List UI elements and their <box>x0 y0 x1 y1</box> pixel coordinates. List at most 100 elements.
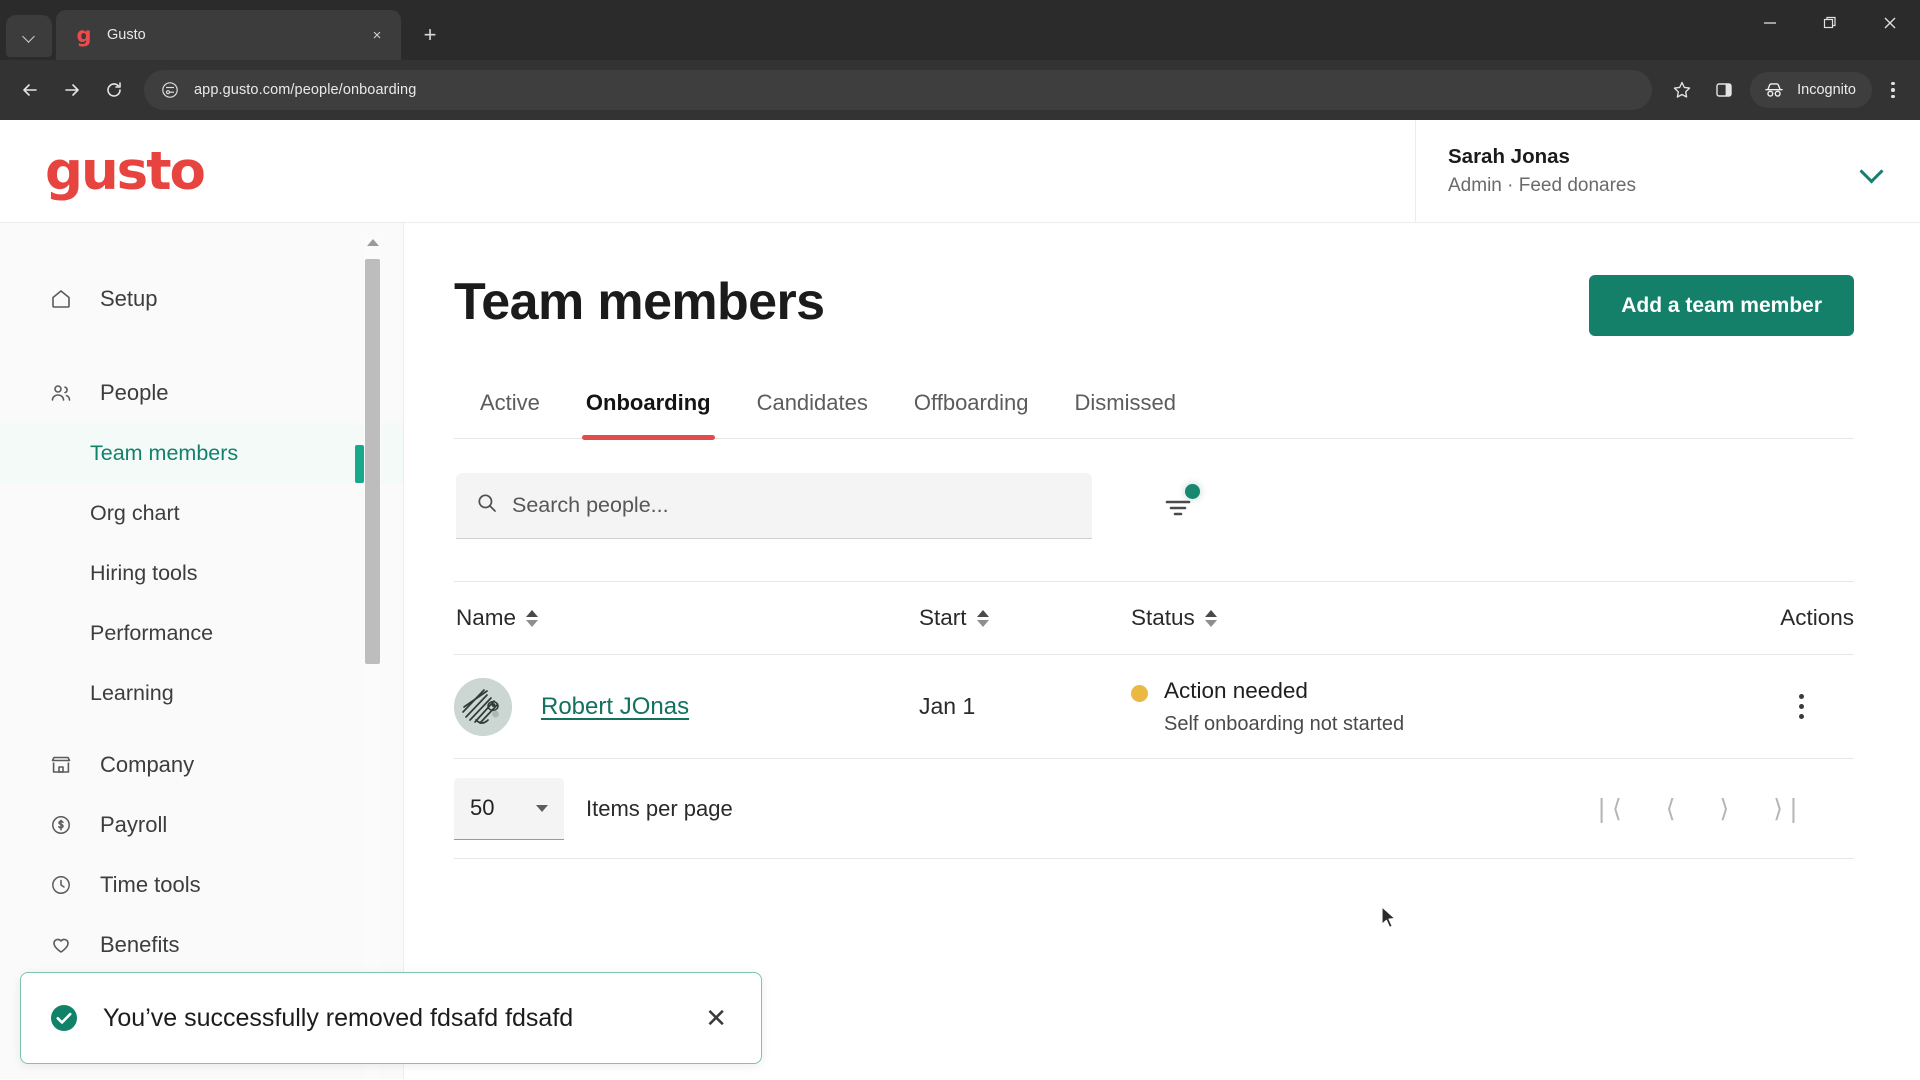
star-icon[interactable] <box>1662 70 1702 110</box>
toast-notification: You’ve successfully removed fdsafd fdsaf… <box>20 972 762 1064</box>
sort-asc <box>1204 609 1217 617</box>
sidebar-item-learning[interactable]: Learning <box>0 663 403 723</box>
column-header-name[interactable]: Name <box>454 605 919 631</box>
site-settings-icon[interactable] <box>156 76 184 104</box>
dot <box>1799 704 1804 709</box>
dot <box>1891 94 1895 99</box>
search-icon <box>476 492 498 519</box>
close-icon[interactable] <box>1860 0 1920 46</box>
sidebar-item-team-members[interactable]: Team members <box>0 423 403 483</box>
kebab-menu-icon[interactable] <box>1876 70 1910 110</box>
avatar <box>454 677 512 736</box>
dot <box>1891 81 1895 86</box>
first-page-button[interactable]: ❘⟨ <box>1591 796 1622 821</box>
user-name: Sarah Jonas <box>1448 145 1570 169</box>
dot <box>1799 694 1804 699</box>
search-input[interactable]: Search people... <box>456 473 1092 539</box>
main-inner: Team members Add a team member Active On… <box>454 275 1854 859</box>
tab-search-button[interactable] <box>6 15 52 57</box>
status-sublabel: Self onboarding not started <box>1164 713 1405 736</box>
sort-icon[interactable] <box>976 609 989 627</box>
scrollbar-thumb[interactable] <box>365 259 380 664</box>
tab-candidates[interactable]: Candidates <box>753 382 872 438</box>
tab-onboarding[interactable]: Onboarding <box>581 382 715 440</box>
sidebar-item-hiring-tools[interactable]: Hiring tools <box>0 543 403 603</box>
user-role: Admin · Feed donares <box>1448 175 1636 197</box>
sidebar-item-performance[interactable]: Performance <box>0 603 403 663</box>
column-header-start[interactable]: Start <box>919 605 1131 631</box>
sidebar-item-payroll[interactable]: Payroll <box>0 795 403 855</box>
sidebar-subitem-label: Learning <box>90 680 174 705</box>
sort-icon[interactable] <box>526 609 539 627</box>
items-per-page-select[interactable]: 50 <box>454 777 564 840</box>
sidebar-item-benefits[interactable]: Benefits <box>0 915 403 975</box>
column-header-actions: Actions <box>1684 605 1854 631</box>
body-row: Setup People Team members Org chart Hiri… <box>0 223 1920 1079</box>
scroll-up-arrow-icon[interactable] <box>364 237 381 252</box>
search-row: Search people... <box>454 473 1854 539</box>
filter-button[interactable] <box>1148 476 1208 536</box>
status-label: Action needed <box>1164 677 1308 703</box>
gusto-logo[interactable]: gusto <box>0 145 1415 198</box>
row-actions-menu-icon[interactable] <box>1791 686 1812 727</box>
column-label: Name <box>456 605 517 630</box>
close-icon[interactable]: ✕ <box>697 999 735 1037</box>
user-menu[interactable]: Sarah Jonas Admin · Feed donares <box>1415 120 1920 223</box>
cell-status: Action needed Self onboarding not starte… <box>1131 674 1684 739</box>
team-member-name-link[interactable]: Robert JOnas <box>541 693 689 721</box>
items-per-page-value: 50 <box>470 795 495 820</box>
next-page-button[interactable]: ⟩ <box>1720 796 1730 821</box>
chevron-down-icon <box>536 804 548 812</box>
sidebar-item-people[interactable]: People <box>0 363 403 423</box>
new-tab-button[interactable]: + <box>413 18 447 52</box>
sidebar-item-label: Setup <box>100 286 158 311</box>
sidebar-item-label: Company <box>100 752 195 777</box>
close-icon[interactable]: × <box>365 23 389 47</box>
address-bar[interactable]: app.gusto.com/people/onboarding <box>144 70 1653 110</box>
sidebar-item-setup[interactable]: Setup <box>0 269 403 329</box>
column-label: Status <box>1131 605 1195 630</box>
incognito-indicator[interactable]: Incognito <box>1750 72 1872 108</box>
reload-icon[interactable] <box>94 70 134 110</box>
tab-offboarding[interactable]: Offboarding <box>910 382 1033 438</box>
sidebar-item-label: Time tools <box>100 872 201 897</box>
sidebar-subitem-label: Org chart <box>90 500 180 525</box>
dot <box>1891 88 1895 92</box>
sidebar-scrollbar[interactable] <box>355 237 381 1079</box>
pagination-bar: 50 Items per page ❘⟨ ⟨ ⟩ ⟩❘ <box>454 759 1854 859</box>
sidebar-item-org-chart[interactable]: Org chart <box>0 483 403 543</box>
sidebar-subitem-label: Hiring tools <box>90 560 198 585</box>
column-label: Start <box>919 605 967 630</box>
app-header: gusto Sarah Jonas Admin · Feed donares <box>0 120 1920 223</box>
tab-dismissed[interactable]: Dismissed <box>1070 382 1179 438</box>
people-icon <box>48 380 74 406</box>
browser-tab[interactable]: g Gusto × <box>56 10 401 60</box>
heart-icon <box>48 932 74 958</box>
page-title: Team members <box>454 273 825 331</box>
gusto-g-icon: g <box>76 23 92 47</box>
sidebar-item-company[interactable]: Company <box>0 735 403 795</box>
sort-icon[interactable] <box>1204 609 1217 627</box>
main-content: Team members Add a team member Active On… <box>404 223 1920 1079</box>
column-header-status[interactable]: Status <box>1131 605 1684 631</box>
prev-page-button[interactable]: ⟨ <box>1666 796 1676 821</box>
status-badge <box>1131 684 1148 702</box>
store-icon <box>48 752 74 778</box>
chevron-down-icon[interactable] <box>1860 159 1884 183</box>
sidebar-item-time-tools[interactable]: Time tools <box>0 855 403 915</box>
side-panel-icon[interactable] <box>1704 70 1744 110</box>
page-title-row: Team members Add a team member <box>454 275 1854 336</box>
restore-icon[interactable] <box>1800 0 1860 46</box>
forward-icon[interactable] <box>52 70 92 110</box>
tab-active[interactable]: Active <box>476 382 544 438</box>
status-text-wrap: Action needed Self onboarding not starte… <box>1164 676 1404 739</box>
column-label: Actions <box>1780 605 1854 630</box>
back-icon[interactable] <box>10 70 50 110</box>
add-team-member-button[interactable]: Add a team member <box>1589 275 1854 336</box>
page-content: gusto Sarah Jonas Admin · Feed donares S… <box>0 120 1920 1080</box>
sort-asc <box>526 609 539 617</box>
gusto-logo-text: gusto <box>45 140 206 202</box>
minimize-icon[interactable] <box>1740 0 1800 46</box>
last-page-button[interactable]: ⟩❘ <box>1773 796 1804 821</box>
